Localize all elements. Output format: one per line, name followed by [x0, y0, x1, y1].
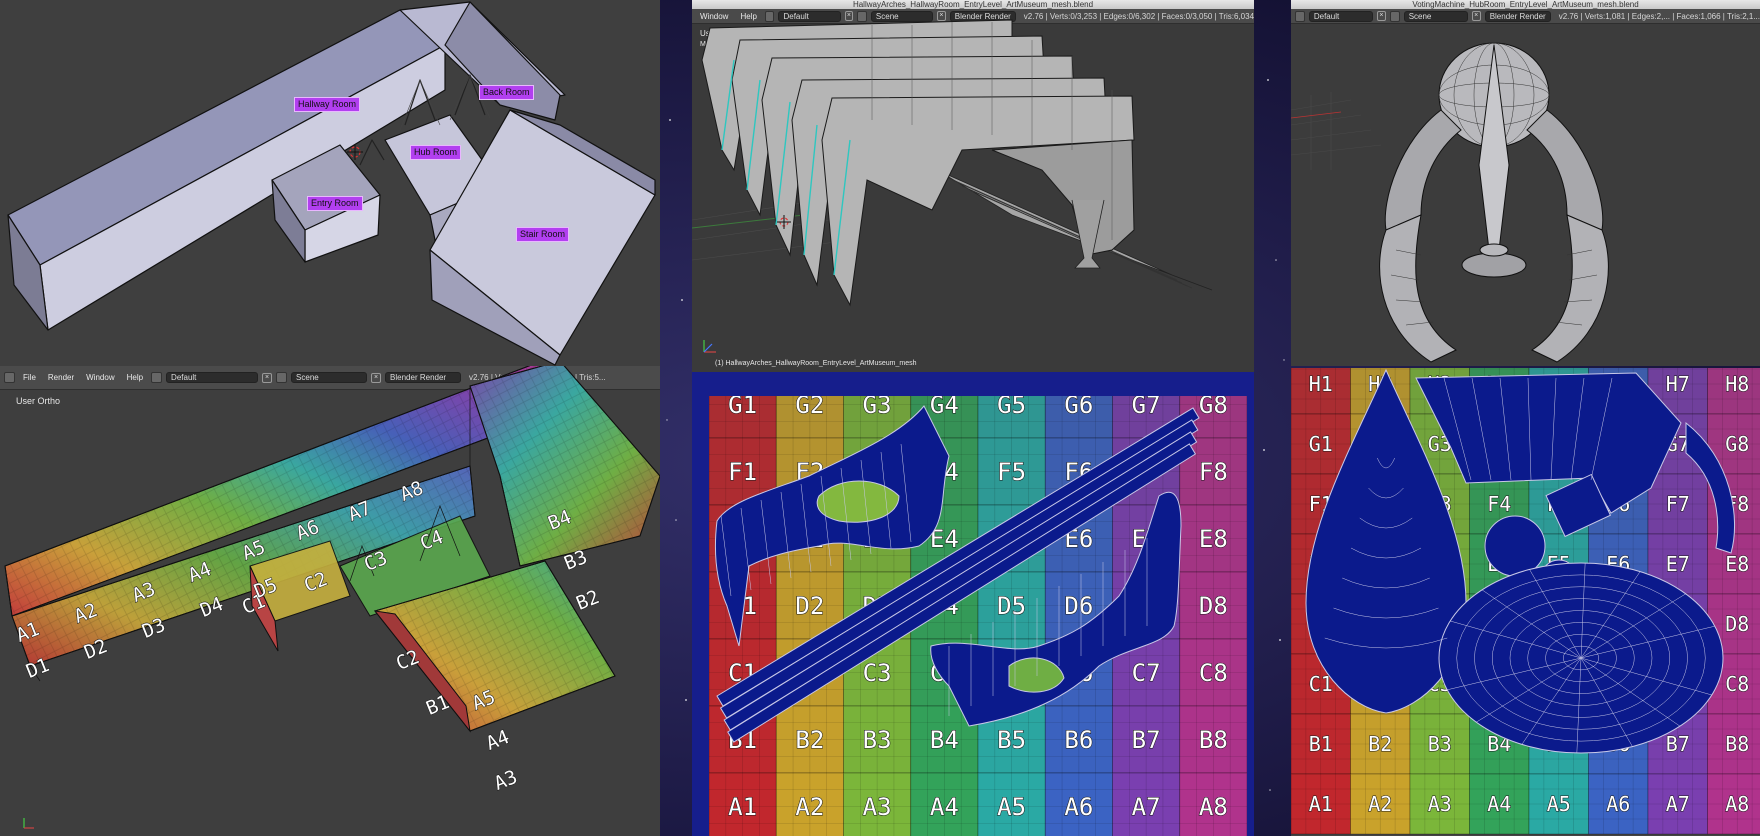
grid-cell-label: B5 [997, 726, 1026, 754]
grid-cell-label: G8 [1199, 396, 1228, 419]
grid-cell-label: G3 [863, 396, 892, 419]
grid-cell-label: F1 [728, 458, 757, 486]
arches-mesh [692, 19, 1213, 353]
axis-gizmo-icon [23, 818, 34, 829]
grid-cell-label: D8 [1199, 592, 1228, 620]
grid-cell-label: H7 [1666, 372, 1690, 396]
grid-cell-label: C3 [863, 659, 892, 687]
grid-cell-label: A7 [1666, 792, 1690, 816]
active-object-label: (1) HallwayArches_HallwayRoom_EntryLevel… [715, 360, 917, 367]
textured-rooms-mesh: A1A2A3A4A5A6A7A8C1C2C3C4D1D2D3D4D5 B2B3B4… [4, 366, 660, 829]
grid-cell-label: A2 [795, 793, 824, 821]
grid-cell-label: D6 [1064, 592, 1093, 620]
texture-cell-label: B2 [573, 586, 602, 615]
grid-cell-label: G8 [1725, 432, 1749, 456]
label-hallway-room: Hallway Room [294, 97, 361, 112]
grid-cell-label: B7 [1666, 732, 1690, 756]
grid-cell-label: A8 [1199, 793, 1228, 821]
grid-cell-label: E8 [1725, 552, 1749, 576]
grid-cell-label: B7 [1132, 726, 1161, 754]
grid-cell-label: A4 [1487, 792, 1511, 816]
grid-cell-label: A8 [1725, 792, 1749, 816]
grid-cell-label: A7 [1132, 793, 1161, 821]
grid-cell-label: A5 [1547, 792, 1571, 816]
uv-grid-image: G1G2G3G4G5G6G7G8F1F2F3F4F5F6F7F8E1E2E3E4… [708, 372, 1248, 836]
uv-grid-image: H1H2H3H4H5H6H7H8G1G2G3G4G5G6G7G8F1F2F3F4… [1291, 368, 1760, 835]
grid-cell-label: G7 [1132, 396, 1161, 419]
grid-cell-label: H1 [1309, 372, 1333, 396]
label-stair-room: Stair Room [516, 227, 570, 242]
grid-cell-label: G2 [795, 396, 824, 419]
axis-gizmo-icon [703, 340, 716, 353]
grid-cell-label: C8 [1199, 659, 1228, 687]
grid-cell-label: F7 [1666, 492, 1690, 516]
grid-cell-label: A5 [997, 793, 1026, 821]
grid-cell-label: A1 [728, 793, 757, 821]
grid-cell-label: B3 [1428, 732, 1452, 756]
grid-cell-label: C8 [1725, 672, 1749, 696]
grid-cell-label: B1 [1309, 732, 1333, 756]
grid-cell-label: D5 [997, 592, 1026, 620]
grid-cell-label: G5 [997, 396, 1026, 419]
viewport-room-layout[interactable]: Hallway Room Back Room Hub Room Entry Ro… [0, 0, 660, 366]
texture-cell-label: A3 [491, 766, 520, 795]
voting-machine-mesh [1291, 42, 1609, 363]
grid-cell-label: F8 [1199, 458, 1228, 486]
label-back-room: Back Room [479, 85, 534, 100]
grid-cell-label: B8 [1199, 726, 1228, 754]
grid-cell-label: B4 [930, 726, 959, 754]
grid-cell-label: G6 [1064, 396, 1093, 419]
grid-cell-label: A2 [1368, 792, 1392, 816]
uv-editor-arches[interactable]: G1G2G3G4G5G6G7G8F1F2F3F4F5F6F7F8E1E2E3E4… [692, 372, 1254, 836]
grid-cell-label: E7 [1666, 552, 1690, 576]
grid-cell-label: B8 [1725, 732, 1749, 756]
label-entry-room: Entry Room [307, 196, 363, 211]
grid-cell-label: A6 [1606, 792, 1630, 816]
grid-cell-label: B2 [795, 726, 824, 754]
grid-cell-label: A3 [1428, 792, 1452, 816]
grid-cell-label: B2 [1368, 732, 1392, 756]
viewport-textured-rooms[interactable]: File Render Window Help Default × Scene … [0, 366, 660, 836]
uv-editor-voting-machine[interactable]: H1H2H3H4H5H6H7H8G1G2G3G4G5G6G7G8F1F2F3F4… [1291, 368, 1760, 836]
grid-cell-label: F4 [1487, 492, 1511, 516]
room-mesh-wireframe [7, 1, 656, 366]
grid-cell-label: B6 [1064, 726, 1093, 754]
grid-cell-label: G4 [930, 396, 959, 419]
viewport-hallway-arches[interactable]: HallwayArches_HallwayRoom_EntryLevel_Art… [692, 0, 1254, 372]
grid-cell-label: A3 [863, 793, 892, 821]
grid-cell-label: G1 [728, 396, 757, 419]
grid-cell-label: A4 [930, 793, 959, 821]
grid-cell-label: H8 [1725, 372, 1749, 396]
grid-cell-label: A1 [1309, 792, 1333, 816]
viewport-voting-machine[interactable]: VotingMachine_HubRoom_EntryLevel_ArtMuse… [1291, 0, 1760, 366]
grid-cell-label: D8 [1725, 612, 1749, 636]
texture-cell-label: A4 [483, 726, 512, 755]
grid-cell-label: B3 [863, 726, 892, 754]
grid-cell-label: D2 [795, 592, 824, 620]
grid-cell-label: E8 [1199, 525, 1228, 553]
label-hub-room: Hub Room [410, 145, 462, 160]
uv-test-grid[interactable]: G1G2G3G4G5G6G7G8F1F2F3F4F5F6F7F8E1E2E3E4… [708, 372, 1248, 836]
grid-cell-label: F5 [997, 458, 1026, 486]
grid-cell-label: C7 [1132, 659, 1161, 687]
grid-cell-label: G1 [1309, 432, 1333, 456]
grid-cell-label: A6 [1064, 793, 1093, 821]
